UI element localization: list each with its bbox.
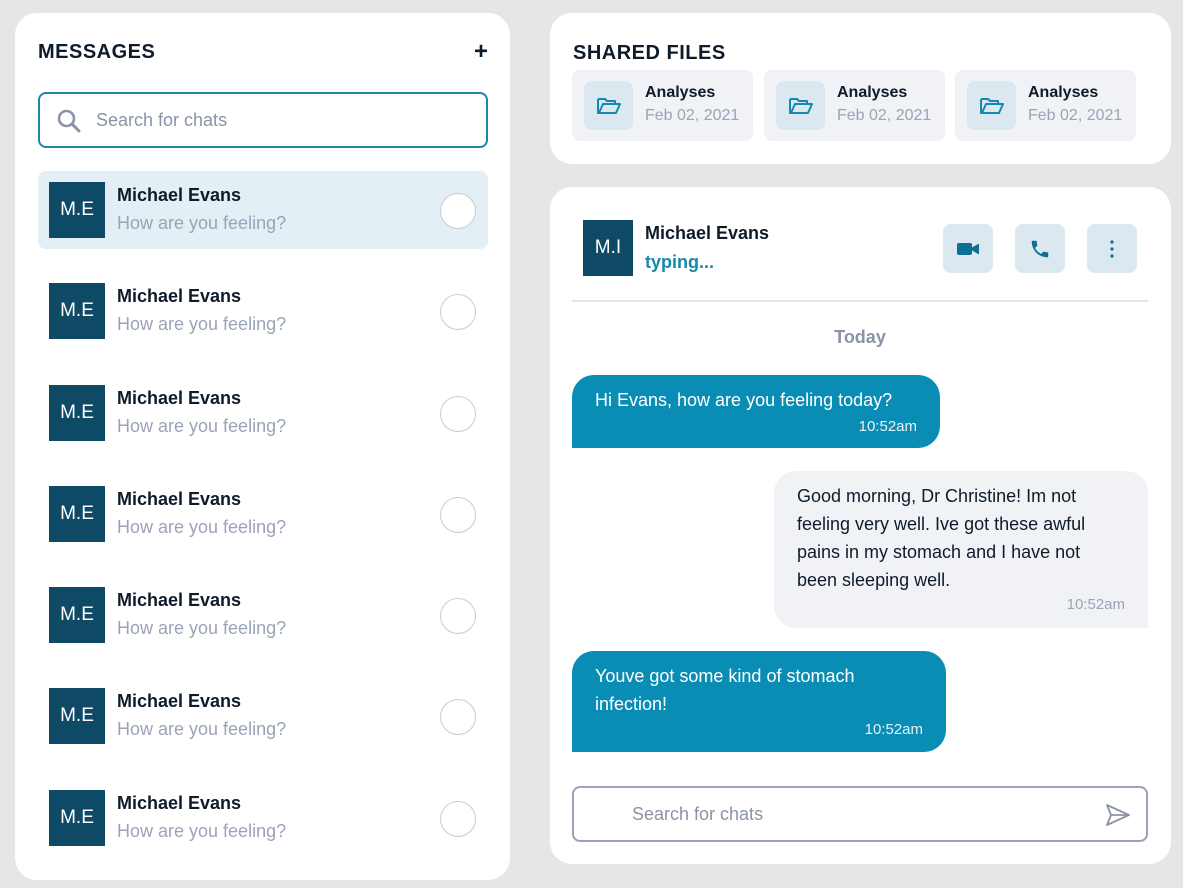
message-time: 10:52am	[858, 418, 917, 435]
message-text: Hi Evans, how are you feeling today?	[595, 390, 893, 410]
chat-last-message: How are you feeling?	[117, 213, 287, 233]
chat-contact-name: Michael Evans	[117, 185, 242, 205]
chat-list-item[interactable]: M.E Michael Evans How are you feeling?	[38, 475, 488, 553]
message-text: Good morning, Dr Christine! Im not feeli…	[797, 482, 1085, 594]
file-date: Feb 02, 2021	[837, 107, 932, 124]
message-line: been sleeping well.	[797, 570, 951, 590]
message-input[interactable]	[632, 798, 1072, 830]
file-date: Feb 02, 2021	[1028, 107, 1123, 124]
file-name: Analyses	[645, 84, 716, 101]
new-chat-button[interactable]: +	[470, 39, 492, 65]
chat-contact-name: Michael Evans	[117, 691, 242, 712]
message-line: Good morning, Dr Christine! Im not	[797, 486, 1077, 506]
chat-last-message: How are you feeling?	[117, 415, 287, 436]
search-icon	[57, 109, 81, 133]
chat-contact-name: Michael Evans	[117, 488, 242, 509]
video-call-button[interactable]	[943, 224, 993, 273]
shared-files-panel: SHARED FILES Analyses Feb 02, 2021 Analy…	[550, 13, 1171, 164]
voice-call-button[interactable]	[1015, 224, 1065, 273]
message-composer	[572, 786, 1148, 842]
avatar: M.E	[49, 688, 105, 745]
chat-select-radio[interactable]	[440, 598, 476, 635]
folder-open-icon	[967, 81, 1016, 130]
send-icon[interactable]	[1104, 801, 1132, 829]
chat-search-input[interactable]	[96, 104, 466, 136]
file-name: Analyses	[837, 84, 908, 101]
avatar: M.E	[49, 182, 105, 238]
chat-select-radio[interactable]	[440, 395, 476, 432]
contact-name: Michael Evans	[645, 223, 770, 243]
chat-list-item[interactable]: M.E Michael Evans How are you feeling?	[38, 779, 488, 857]
folder-open-icon	[776, 81, 825, 130]
header-divider	[572, 300, 1148, 302]
typing-status: typing...	[645, 252, 714, 272]
file-name: Analyses	[1028, 84, 1099, 101]
avatar: M.E	[49, 384, 105, 441]
day-separator: Today	[834, 327, 886, 347]
outgoing-message: Hi Evans, how are you feeling today? 10:…	[572, 375, 940, 448]
more-vertical-icon	[1110, 239, 1114, 258]
chat-contact-name: Michael Evans	[117, 387, 242, 408]
chat-select-radio[interactable]	[440, 193, 476, 229]
message-line: pains in my stomach and I have not	[797, 542, 1081, 562]
chat-select-radio[interactable]	[440, 800, 476, 837]
shared-files-title: SHARED FILES	[573, 42, 726, 64]
avatar: M.E	[49, 789, 105, 846]
chat-last-message: How are you feeling?	[117, 820, 287, 841]
message-text: Youve got some kind of stomach infection…	[595, 662, 855, 718]
messages-panel: MESSAGES + M.E Michael Evans How are you…	[15, 13, 510, 880]
chat-select-radio[interactable]	[440, 496, 476, 533]
messages-title: MESSAGES	[38, 41, 156, 63]
file-date: Feb 02, 2021	[645, 107, 740, 124]
chat-list-item[interactable]: M.E Michael Evans How are you feeling?	[38, 374, 488, 452]
phone-icon	[1031, 240, 1049, 257]
chat-select-radio[interactable]	[440, 294, 476, 331]
chat-contact-name: Michael Evans	[117, 590, 242, 611]
chat-contact-name: Michael Evans	[117, 792, 242, 813]
more-options-button[interactable]	[1087, 224, 1137, 273]
message-time: 10:52am	[1066, 596, 1125, 613]
chat-last-message: How are you feeling?	[117, 516, 287, 537]
shared-file-card[interactable]: Analyses Feb 02, 2021	[572, 70, 753, 141]
chat-last-message: How are you feeling?	[117, 618, 287, 639]
conversation-panel: M.I Michael Evans typing... Today Hi Eva…	[550, 187, 1171, 864]
chat-contact-name: Michael Evans	[117, 286, 242, 307]
message-line: infection!	[595, 694, 668, 714]
contact-avatar: M.I	[583, 220, 633, 276]
message-time: 10:52am	[864, 721, 923, 738]
message-line: Youve got some kind of stomach	[595, 666, 855, 686]
chat-list: M.E Michael Evans How are you feeling? M…	[38, 171, 488, 880]
avatar: M.E	[49, 485, 105, 542]
chat-list-item[interactable]: M.E Michael Evans How are you feeling?	[38, 171, 488, 249]
avatar: M.E	[49, 283, 105, 340]
chat-list-item[interactable]: M.E Michael Evans How are you feeling?	[38, 576, 488, 654]
message-line: feeling very well. Ive got these awful	[797, 514, 1086, 534]
shared-file-card[interactable]: Analyses Feb 02, 2021	[955, 70, 1136, 141]
chat-last-message: How are you feeling?	[117, 719, 287, 740]
outgoing-message: Youve got some kind of stomach infection…	[572, 651, 946, 752]
chat-search-box	[38, 92, 488, 148]
folder-open-icon	[584, 81, 633, 130]
avatar: M.E	[49, 587, 105, 644]
chat-select-radio[interactable]	[440, 699, 476, 736]
incoming-message: Good morning, Dr Christine! Im not feeli…	[774, 471, 1148, 628]
chat-list-item[interactable]: M.E Michael Evans How are you feeling?	[38, 677, 488, 755]
video-camera-icon	[957, 242, 979, 255]
chat-list-item[interactable]: M.E Michael Evans How are you feeling?	[38, 272, 488, 350]
shared-file-card[interactable]: Analyses Feb 02, 2021	[764, 70, 945, 141]
chat-last-message: How are you feeling?	[117, 314, 287, 335]
